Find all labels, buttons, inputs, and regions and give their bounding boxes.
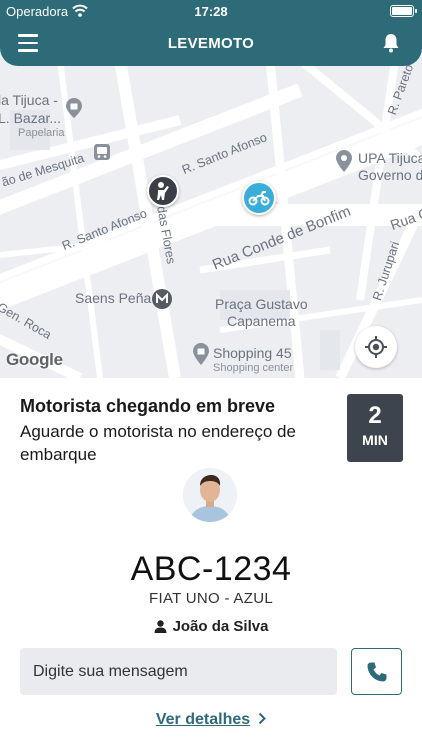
map-label: Shopping center — [213, 362, 294, 374]
call-driver-button[interactable] — [351, 648, 402, 695]
view-details-link[interactable]: Ver detalhes — [0, 711, 422, 729]
status-title: Motorista chegando em breve — [20, 396, 276, 416]
map-label: L. Bazar... — [0, 110, 62, 126]
vehicle-plate: ABC-1234 — [130, 550, 292, 588]
user-location-pin[interactable] — [147, 175, 179, 207]
shopping-poi-icon — [66, 98, 82, 118]
eta-unit: MIN — [362, 432, 388, 448]
vehicle-model: FIAT UNO - AZUL — [149, 590, 273, 607]
motorcycle-icon — [248, 191, 270, 206]
metro-icon — [152, 289, 172, 309]
battery-icon — [390, 5, 417, 17]
map-label: Capanema — [227, 313, 296, 329]
bell-icon — [383, 34, 399, 53]
eta-value: 2 — [368, 402, 382, 429]
map-label: Praça Gustavo — [215, 296, 308, 312]
google-attribution: Google — [6, 350, 63, 369]
hospital-poi-icon — [336, 150, 352, 172]
map-label: Shopping 45 — [213, 345, 292, 361]
chevron-right-icon — [258, 712, 267, 725]
map-label: Governo de — [358, 167, 422, 183]
phone-icon — [367, 662, 387, 682]
driver-photo — [183, 468, 237, 522]
person-waving-icon — [157, 182, 169, 200]
driver-info: João da Silva — [0, 618, 422, 635]
clock: 17:28 — [194, 4, 228, 19]
notifications-button[interactable] — [380, 32, 402, 54]
message-input[interactable] — [20, 648, 337, 695]
status-subtitle: Aguarde o motorista no endereço de embar… — [20, 422, 296, 464]
map-label: UPA Tijuca — [358, 150, 422, 166]
view-details-label: Ver detalhes — [155, 711, 251, 728]
trip-status-sheet: Motorista chegando em breve Aguarde o mo… — [0, 378, 422, 750]
driver-avatar — [183, 468, 237, 522]
person-icon — [154, 620, 167, 633]
app-title: LEVEMOTO — [167, 35, 255, 52]
map-label: Papelaria — [18, 127, 65, 139]
my-location-icon — [365, 336, 387, 358]
map-label: la Tijuca - — [0, 92, 58, 108]
shopping-poi-icon — [193, 343, 209, 365]
my-location-button[interactable] — [355, 326, 397, 368]
bus-stop-icon — [94, 144, 110, 160]
map-label: Saens Peña — [75, 290, 152, 306]
app-header: LEVEMOTO — [0, 22, 422, 66]
eta-badge: 2 MIN — [347, 394, 403, 462]
driver-location-pin[interactable] — [242, 181, 276, 215]
driver-name: João da Silva — [172, 618, 269, 635]
status-bar: Operadora 17:28 — [0, 0, 422, 22]
